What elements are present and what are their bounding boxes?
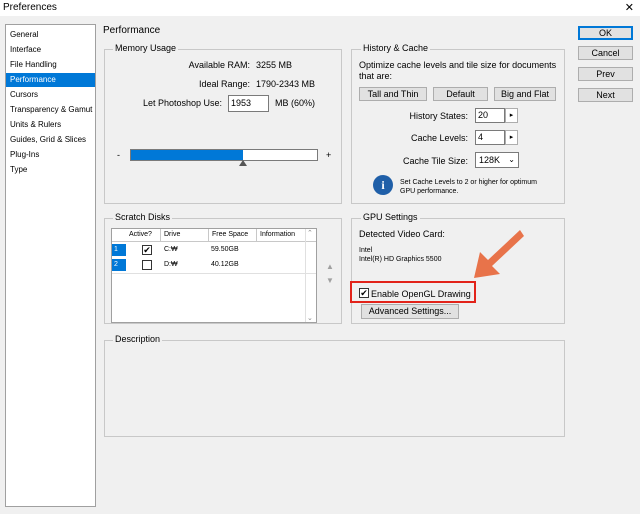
memory-input[interactable]: 1953: [228, 95, 269, 112]
column-header-free-space: Free Space: [209, 229, 257, 241]
nav-item-transparency-gamut[interactable]: Transparency & Gamut: [6, 103, 95, 117]
check-mark-icon: ✔: [143, 245, 151, 255]
nav-item-file-handling[interactable]: File Handling: [6, 58, 95, 72]
row-index: 2: [112, 259, 126, 271]
next-button[interactable]: Next: [578, 88, 633, 102]
close-icon[interactable]: ✕: [625, 1, 634, 14]
column-header-drive: Drive: [161, 229, 209, 241]
ideal-range-label: Ideal Range:: [198, 79, 250, 89]
tall-and-thin-button[interactable]: Tall and Thin: [359, 87, 427, 101]
free-space-cell: 40.12GB: [211, 261, 239, 268]
column-header-active: Active?: [126, 229, 161, 241]
chevron-down-icon: ⌄: [508, 155, 515, 164]
slider-minus-label: -: [117, 150, 120, 160]
cache-levels-input[interactable]: 4: [475, 130, 505, 145]
cache-description: Optimize cache levels and tile size for …: [359, 60, 557, 81]
memory-slider-track[interactable]: [130, 149, 318, 161]
video-card-name: Intel(R) HD Graphics 5500: [359, 256, 442, 263]
table-row[interactable]: 2 D:₩ 40.12GB: [112, 259, 316, 271]
nav-item-type[interactable]: Type: [6, 163, 95, 177]
free-space-cell: 59.50GB: [211, 246, 239, 253]
table-row[interactable]: 1 ✔ C:₩ 59.50GB: [112, 244, 316, 256]
memory-slider-fill: [131, 150, 243, 160]
let-photoshop-use-label: Let Photoshop Use:: [142, 98, 222, 108]
move-down-icon[interactable]: ▼: [326, 276, 334, 285]
move-up-icon[interactable]: ▲: [326, 262, 334, 271]
scroll-down-icon[interactable]: ⌄: [307, 314, 313, 322]
history-cache-legend: History & Cache: [361, 43, 431, 53]
cache-tile-size-value: 128K: [479, 155, 501, 165]
table-scrollbar[interactable]: ⌃ ⌄: [305, 229, 316, 322]
check-mark-icon: ✔: [360, 288, 368, 298]
scroll-up-icon[interactable]: ⌃: [307, 229, 313, 237]
preferences-nav-list: General Interface File Handling Performance…: [5, 24, 96, 507]
nav-item-guides-grid-slices[interactable]: Guides, Grid & Slices: [6, 133, 95, 147]
advanced-settings-button[interactable]: Advanced Settings...: [361, 304, 459, 319]
available-ram-value: 3255 MB: [256, 60, 293, 70]
cache-tile-size-label: Cache Tile Size:: [402, 156, 468, 166]
cache-tile-size-select[interactable]: 128K ⌄: [475, 152, 519, 168]
nav-item-plug-ins[interactable]: Plug-Ins: [6, 148, 95, 162]
nav-item-cursors[interactable]: Cursors: [6, 88, 95, 102]
nav-item-performance[interactable]: Performance: [6, 73, 95, 87]
history-states-label: History States:: [409, 111, 468, 121]
big-and-flat-button[interactable]: Big and Flat: [494, 87, 556, 101]
cache-info-text: Set Cache Levels to 2 or higher for opti…: [400, 179, 537, 195]
slider-plus-label: +: [326, 150, 332, 160]
enable-opengl-label: Enable OpenGL Drawing: [371, 289, 471, 299]
info-icon: i: [373, 175, 393, 195]
enable-opengl-checkbox[interactable]: ✔: [359, 288, 369, 298]
memory-slider-thumb[interactable]: [239, 160, 247, 166]
prev-button[interactable]: Prev: [578, 67, 633, 81]
nav-item-interface[interactable]: Interface: [6, 43, 95, 57]
memory-usage-legend: Memory Usage: [113, 43, 179, 53]
ideal-range-value: 1790-2343 MB: [256, 79, 316, 89]
description-legend: Description: [113, 334, 163, 344]
page-title: Performance: [103, 25, 161, 36]
window-title: Preferences: [3, 2, 57, 13]
ok-button[interactable]: OK: [578, 26, 633, 40]
memory-usage-group: [104, 49, 342, 204]
nav-item-general[interactable]: General: [6, 28, 95, 42]
row-index: 1: [112, 244, 126, 256]
drive-cell: D:₩: [164, 261, 178, 268]
title-bar: Preferences ✕: [0, 0, 640, 16]
gpu-settings-legend: GPU Settings: [361, 212, 420, 222]
active-checkbox[interactable]: ✔: [142, 245, 152, 255]
active-checkbox[interactable]: [142, 260, 152, 270]
video-card-vendor: Intel: [359, 247, 373, 254]
cancel-button[interactable]: Cancel: [578, 46, 633, 60]
memory-percent-label: MB (60%): [275, 98, 316, 108]
cache-levels-spin-icon[interactable]: ▸: [505, 130, 518, 145]
nav-item-units-rulers[interactable]: Units & Rulers: [6, 118, 95, 132]
cache-levels-label: Cache Levels:: [410, 133, 468, 143]
history-states-input[interactable]: 20: [475, 108, 505, 123]
detected-video-card-label: Detected Video Card:: [359, 229, 445, 239]
scratch-disks-table: Active? Drive Free Space Information 1 ✔…: [111, 228, 317, 323]
drive-cell: C:₩: [164, 246, 178, 253]
default-button[interactable]: Default: [433, 87, 488, 101]
history-states-spin-icon[interactable]: ▸: [505, 108, 518, 123]
description-group: [104, 340, 565, 437]
available-ram-label: Available RAM:: [188, 60, 250, 70]
scratch-disks-legend: Scratch Disks: [113, 212, 173, 222]
annotation-arrow-icon: [474, 230, 524, 278]
